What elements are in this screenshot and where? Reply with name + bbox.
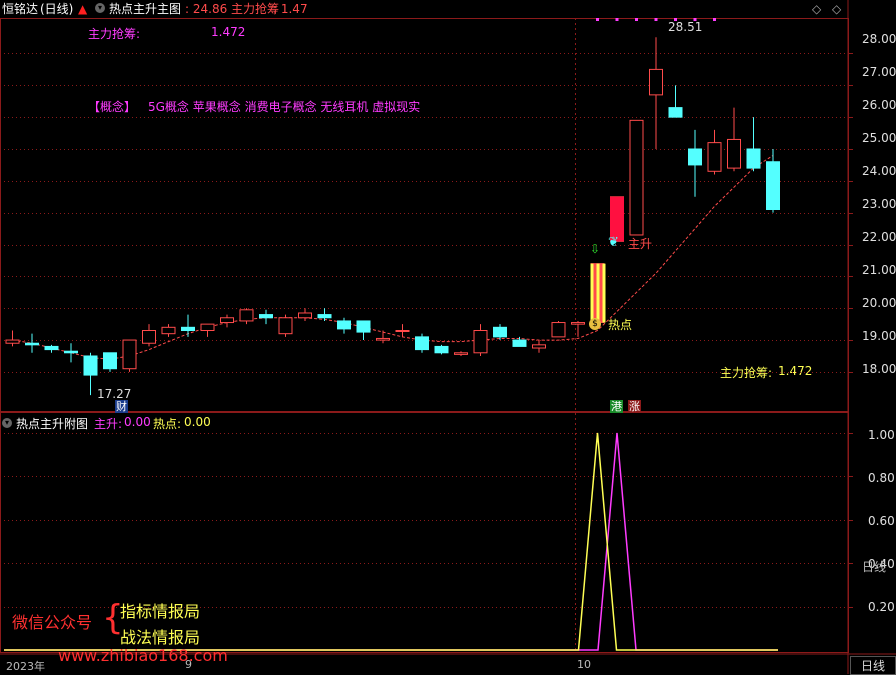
candle-body — [259, 314, 273, 319]
watermark-line2: 战法情报局 — [120, 628, 201, 647]
candle-body — [200, 323, 215, 332]
candle-body — [142, 330, 156, 344]
candle-body — [64, 350, 78, 354]
candle-body — [434, 345, 449, 354]
sub-dropdown-icon[interactable]: ▾ — [2, 418, 12, 428]
watermark-left: 微信公众号 — [12, 613, 93, 632]
signal-dot — [596, 18, 599, 21]
candle-body — [395, 330, 410, 332]
candle-body — [766, 161, 780, 211]
candle-body — [278, 317, 293, 335]
candle-body — [337, 320, 351, 330]
signal-bar-stripe — [596, 263, 600, 323]
candle-body — [688, 148, 702, 166]
candle-body — [532, 344, 546, 349]
sub-redian-value: 0.00 — [184, 415, 211, 429]
candle-body — [668, 107, 683, 118]
watermark-url: www.zhibiao168.com — [58, 646, 228, 665]
badge-zhang[interactable]: 涨 — [628, 400, 641, 413]
candle-body — [161, 326, 176, 335]
candle-body — [5, 339, 20, 344]
candle-body — [25, 342, 39, 346]
candle-body — [473, 330, 488, 354]
candle-body — [512, 339, 527, 347]
sub-y-tick: 0.20 — [868, 600, 895, 614]
candle-body — [629, 119, 644, 236]
high-label: 28.51 — [668, 20, 703, 34]
signal-dot — [713, 18, 716, 21]
watermark-line1: 指标情报局 — [120, 602, 201, 621]
money-bag-icon: $ — [589, 318, 601, 330]
side-period-button[interactable]: 日线 — [862, 558, 886, 575]
sub-title[interactable]: 热点主升附图 — [16, 415, 88, 432]
candle-body — [356, 320, 371, 333]
candle-body — [649, 68, 663, 96]
signal-dot — [635, 18, 638, 21]
ma-line — [12, 154, 774, 360]
candle-body — [493, 326, 507, 338]
signal-redian: 热点 — [608, 318, 633, 332]
sub-y-tick: 0.80 — [868, 471, 895, 485]
low-label: 17.27 — [97, 387, 132, 401]
candle-body — [551, 322, 566, 338]
candle-body — [707, 142, 722, 172]
signal-bar-stripe — [602, 263, 606, 323]
candle-body — [317, 314, 332, 319]
candle-body — [122, 339, 137, 370]
date-right: 10 — [577, 658, 591, 671]
sub-zhusheng-label: 主升: — [94, 417, 123, 431]
finance-badge[interactable]: 财 — [115, 400, 128, 413]
candle-body — [298, 312, 312, 319]
down-arrow-icon: ⇩ — [590, 242, 601, 256]
butterfly-icon: ❦ — [608, 235, 619, 250]
candle-body — [727, 138, 741, 169]
candle-body — [746, 148, 761, 169]
signal-bar-stripe — [593, 263, 597, 323]
candle-body — [83, 355, 98, 376]
signal-dot — [615, 18, 619, 21]
sub-y-tick: 0.60 — [868, 514, 895, 528]
date-left: 2023年 — [6, 660, 45, 673]
sub-zhusheng-value: 0.00 — [124, 415, 151, 429]
period-button[interactable]: 日线 — [850, 656, 896, 675]
candle-body — [454, 352, 468, 355]
candle-body — [415, 336, 429, 351]
signal-dot — [654, 18, 658, 21]
sub-y-tick: 1.00 — [868, 428, 895, 442]
candle-body — [181, 326, 195, 332]
signal-bar-stripe — [599, 263, 603, 323]
signal-zhusheng: 主升 — [628, 237, 653, 251]
candle-body — [44, 345, 59, 351]
badge-gang[interactable]: 港 — [610, 400, 623, 413]
candle-body — [571, 322, 585, 325]
candle-body — [376, 337, 390, 341]
candle-body — [103, 352, 117, 370]
sub-redian-label: 热点: — [153, 417, 182, 431]
chart-canvas — [0, 0, 896, 674]
candle-body — [239, 309, 254, 322]
candle-body — [220, 317, 234, 324]
signal-bar-stripe — [590, 263, 594, 323]
date-mid: 9 — [185, 658, 192, 671]
